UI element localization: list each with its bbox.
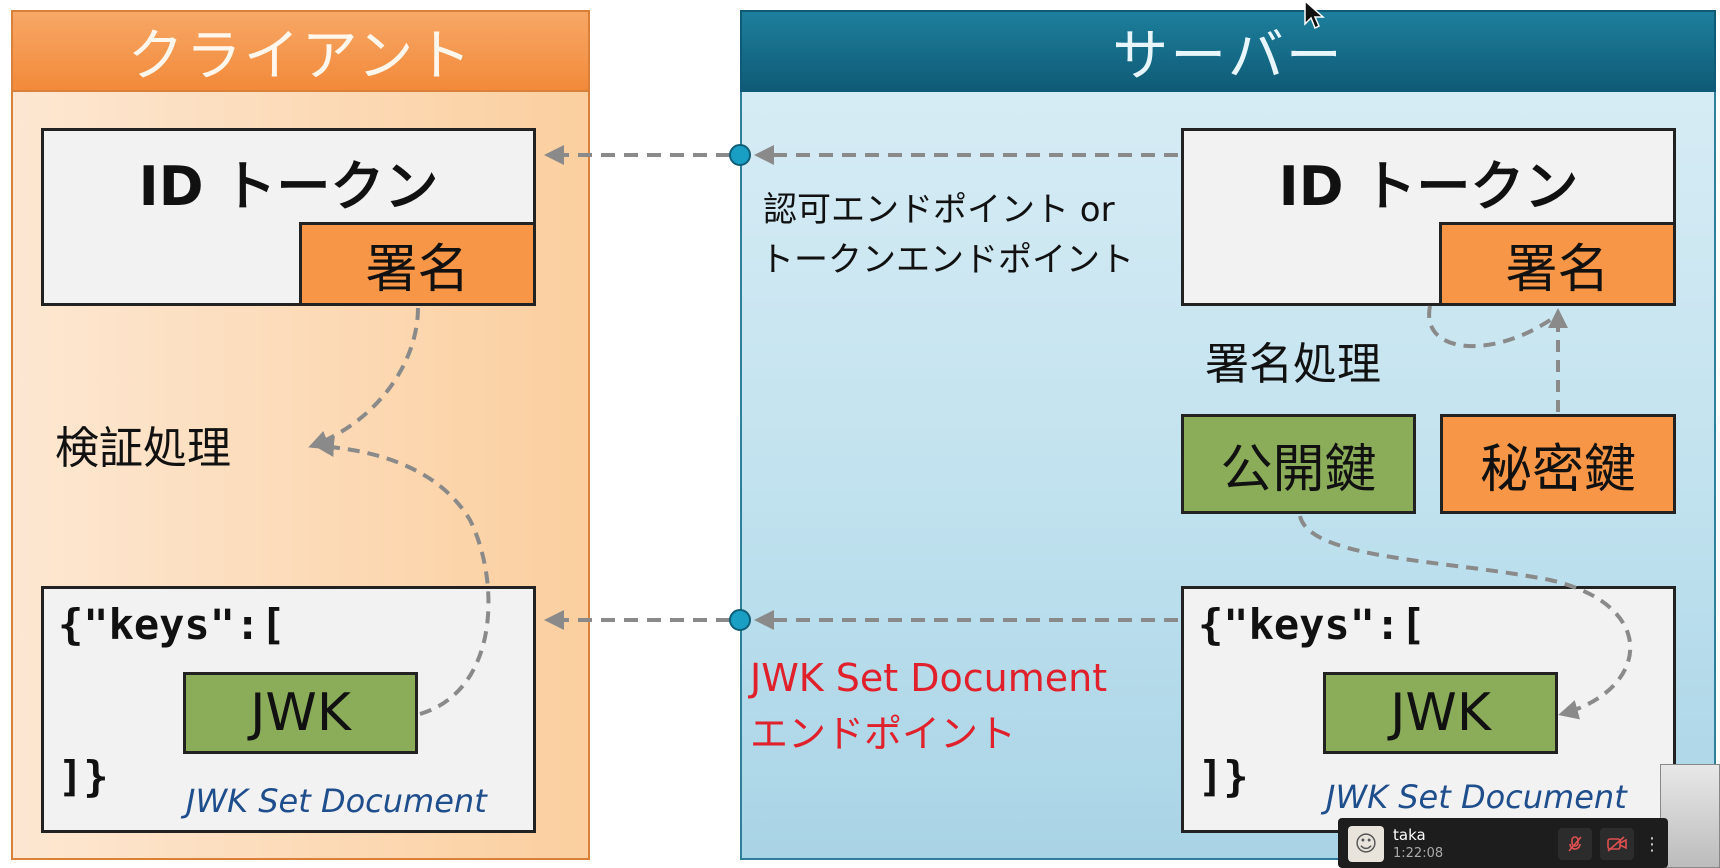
jwks-endpoint-dot — [729, 609, 751, 631]
call-user-name: taka — [1393, 826, 1426, 844]
mouse-cursor-icon — [1304, 0, 1325, 30]
id-token-endpoint-dot — [729, 144, 751, 166]
connector-arrows — [308, 144, 1633, 720]
video-tile[interactable] — [1660, 764, 1720, 868]
jwk-to-verify-curve — [314, 437, 491, 716]
signature-to-verify-curve — [308, 307, 420, 450]
more-icon[interactable]: ⋮ — [1642, 828, 1662, 860]
mic-muted-icon[interactable] — [1558, 828, 1592, 860]
call-elapsed-time: 1:22:08 — [1393, 846, 1444, 861]
avatar[interactable]: ☺ — [1348, 826, 1384, 862]
signing-loop-curve — [1427, 305, 1558, 349]
public-key-to-jwk-curve — [1298, 515, 1633, 720]
camera-off-icon[interactable] — [1600, 828, 1634, 860]
